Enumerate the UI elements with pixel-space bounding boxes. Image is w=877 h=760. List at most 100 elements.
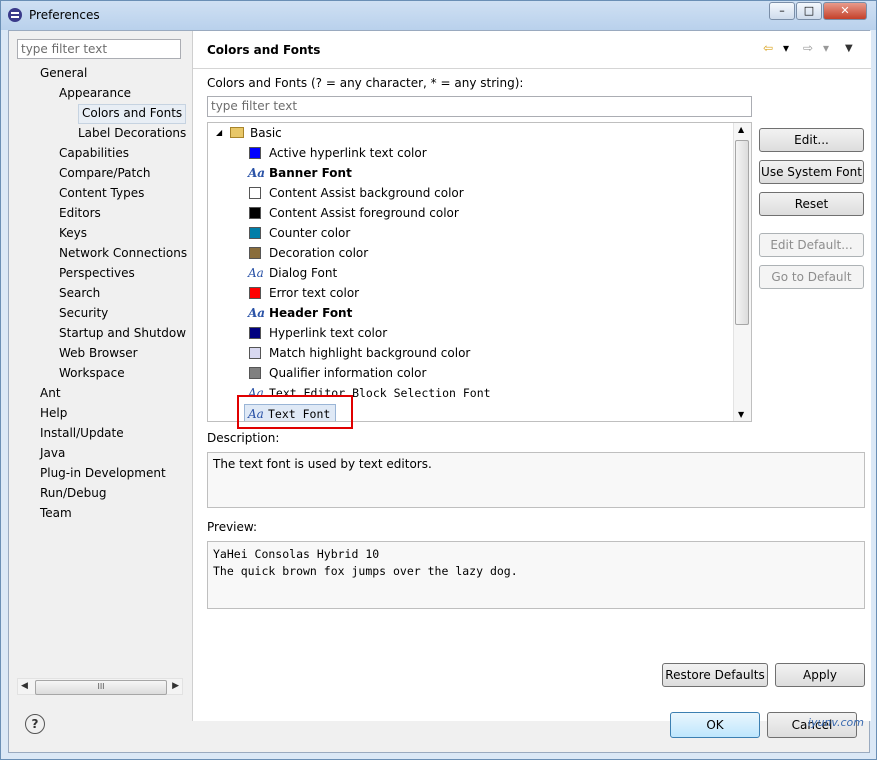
back-arrow-icon[interactable]: ⇦ <box>763 41 773 55</box>
tree-item[interactable]: Plug-in Development <box>40 464 166 482</box>
reset-button[interactable]: Reset <box>759 192 864 216</box>
tree-item[interactable]: Web Browser <box>59 344 138 362</box>
colors-fonts-page: Colors and Fonts ⇦ ▾ ⇨ ▾ ▼ Colors and Fo… <box>193 31 871 721</box>
description-text: The text font is used by text editors. <box>213 457 432 471</box>
use-system-font-button[interactable]: Use System Font <box>759 160 864 184</box>
tree-vertical-scrollbar[interactable]: ▲ ▼ <box>733 123 751 421</box>
tree-item[interactable]: Install/Update <box>40 424 124 442</box>
minimize-button[interactable]: – <box>769 2 795 20</box>
tree-item[interactable]: Label Decorations <box>78 124 186 142</box>
window-title: Preferences <box>29 8 100 22</box>
tree-item-label: Content Assist foreground color <box>269 206 459 220</box>
color-swatch-icon <box>249 287 261 299</box>
scroll-left-icon[interactable]: ◀ <box>21 681 28 691</box>
colors-filter-input[interactable]: type filter text <box>207 96 752 117</box>
tree-item-label: Error text color <box>269 286 360 300</box>
preferences-window: Preferences – □ ✕ type filter text Gener… <box>0 0 877 760</box>
tree-item-color[interactable]: Active hyperlink text color <box>208 143 728 163</box>
colors-fonts-tree: ◢ Basic Active hyperlink text color Aa Ban… <box>207 122 752 422</box>
scroll-right-icon[interactable]: ▶ <box>172 681 179 691</box>
tree-item-color[interactable]: Content Assist foreground color <box>208 203 728 223</box>
tree-item[interactable]: Startup and Shutdow <box>59 324 186 342</box>
tree-item-label: Dialog Font <box>269 266 338 280</box>
title-bar: Preferences – □ ✕ <box>1 1 876 30</box>
tree-item[interactable]: Security <box>59 304 108 322</box>
tree-scroll-thumb[interactable] <box>735 140 749 325</box>
tree-item[interactable]: Keys <box>59 224 87 242</box>
tree-item-color[interactable]: Decoration color <box>208 243 728 263</box>
tree-item[interactable]: Content Types <box>59 184 144 202</box>
eclipse-icon <box>8 8 22 22</box>
watermark: iyunv.com <box>807 716 864 729</box>
scroll-up-icon[interactable]: ▲ <box>738 125 744 134</box>
tree-item-label: Banner Font <box>269 166 352 180</box>
tree-item[interactable]: Editors <box>59 204 101 222</box>
left-horizontal-scrollbar[interactable]: ◀ III ▶ <box>17 678 183 695</box>
font-icon: Aa <box>248 266 264 280</box>
tree-item[interactable]: Compare/Patch <box>59 164 150 182</box>
forward-arrow-icon[interactable]: ⇨ <box>803 41 813 55</box>
font-icon: Aa <box>248 166 266 180</box>
maximize-button[interactable]: □ <box>796 2 822 20</box>
tree-item-color[interactable]: Qualifier information color <box>208 363 728 383</box>
font-icon: Aa <box>248 306 266 320</box>
go-to-default-button[interactable]: Go to Default <box>759 265 864 289</box>
preference-tree: General Appearance Colors and Fonts Label D… <box>9 64 192 699</box>
tree-item[interactable]: General <box>40 64 87 82</box>
color-swatch-icon <box>249 347 261 359</box>
tree-item-color[interactable]: Error text color <box>208 283 728 303</box>
tree-item[interactable]: Team <box>40 504 72 522</box>
scroll-thumb[interactable]: III <box>35 680 167 695</box>
tree-item-font[interactable]: Aa Header Font <box>208 303 728 323</box>
forward-dropdown-icon[interactable]: ▾ <box>823 41 829 55</box>
scroll-down-icon[interactable]: ▼ <box>738 410 744 419</box>
help-icon[interactable]: ? <box>25 714 45 734</box>
tree-item[interactable]: Capabilities <box>59 144 129 162</box>
preview-sample-text: The quick brown fox jumps over the lazy … <box>213 564 518 578</box>
header-separator <box>193 68 871 69</box>
tree-item[interactable]: Network Connections <box>59 244 187 262</box>
tree-item-color[interactable]: Counter color <box>208 223 728 243</box>
view-menu-icon[interactable]: ▼ <box>845 43 853 54</box>
tree-item[interactable]: Help <box>40 404 67 422</box>
apply-button[interactable]: Apply <box>775 663 865 687</box>
close-window-button[interactable]: ✕ <box>823 2 867 20</box>
folder-icon <box>230 127 244 138</box>
tree-item-font[interactable]: Aa Dialog Font <box>208 263 728 283</box>
nav-toolbar: ⇦ ▾ ⇨ ▾ ▼ <box>763 41 863 57</box>
filter-label: Colors and Fonts (? = any character, * =… <box>207 76 524 90</box>
edit-button[interactable]: Edit... <box>759 128 864 152</box>
back-dropdown-icon[interactable]: ▾ <box>783 41 789 55</box>
tree-item[interactable]: Perspectives <box>59 264 135 282</box>
tree-item[interactable]: Search <box>59 284 100 302</box>
ok-button[interactable]: OK <box>670 712 760 738</box>
tree-item-color[interactable]: Match highlight background color <box>208 343 728 363</box>
tree-item-label: Counter color <box>269 226 351 240</box>
tree-item-label: Content Assist background color <box>269 186 464 200</box>
tree-item[interactable]: Ant <box>40 384 61 402</box>
color-swatch-icon <box>249 367 261 379</box>
tree-item[interactable]: Colors and Fonts <box>78 104 187 124</box>
preview-font-name: YaHei Consolas Hybrid 10 <box>213 547 380 561</box>
tree-item[interactable]: Workspace <box>59 364 125 382</box>
restore-defaults-button[interactable]: Restore Defaults <box>662 663 768 687</box>
tree-item[interactable]: Java <box>40 444 65 462</box>
tree-item[interactable]: Appearance <box>59 84 131 102</box>
color-swatch-icon <box>249 147 261 159</box>
tree-item-color[interactable]: Hyperlink text color <box>208 323 728 343</box>
color-swatch-icon <box>249 207 261 219</box>
preview-label: Preview: <box>207 520 258 534</box>
color-swatch-icon <box>249 227 261 239</box>
tree-item-font[interactable]: Aa Banner Font <box>208 163 728 183</box>
tree-item-color[interactable]: Content Assist background color <box>208 183 728 203</box>
edit-default-button[interactable]: Edit Default... <box>759 233 864 257</box>
tree-item[interactable]: Run/Debug <box>40 484 107 502</box>
tree-item-label: Qualifier information color <box>269 366 427 380</box>
left-filter-input[interactable]: type filter text <box>17 39 181 59</box>
expand-icon[interactable]: ◢ <box>216 123 222 143</box>
description-label: Description: <box>207 431 280 445</box>
tree-group-basic[interactable]: ◢ Basic <box>216 123 416 143</box>
highlight-annotation-box <box>237 395 353 429</box>
tree-item-label: Decoration color <box>269 246 369 260</box>
preview-box: YaHei Consolas Hybrid 10 The quick brown… <box>207 541 865 609</box>
